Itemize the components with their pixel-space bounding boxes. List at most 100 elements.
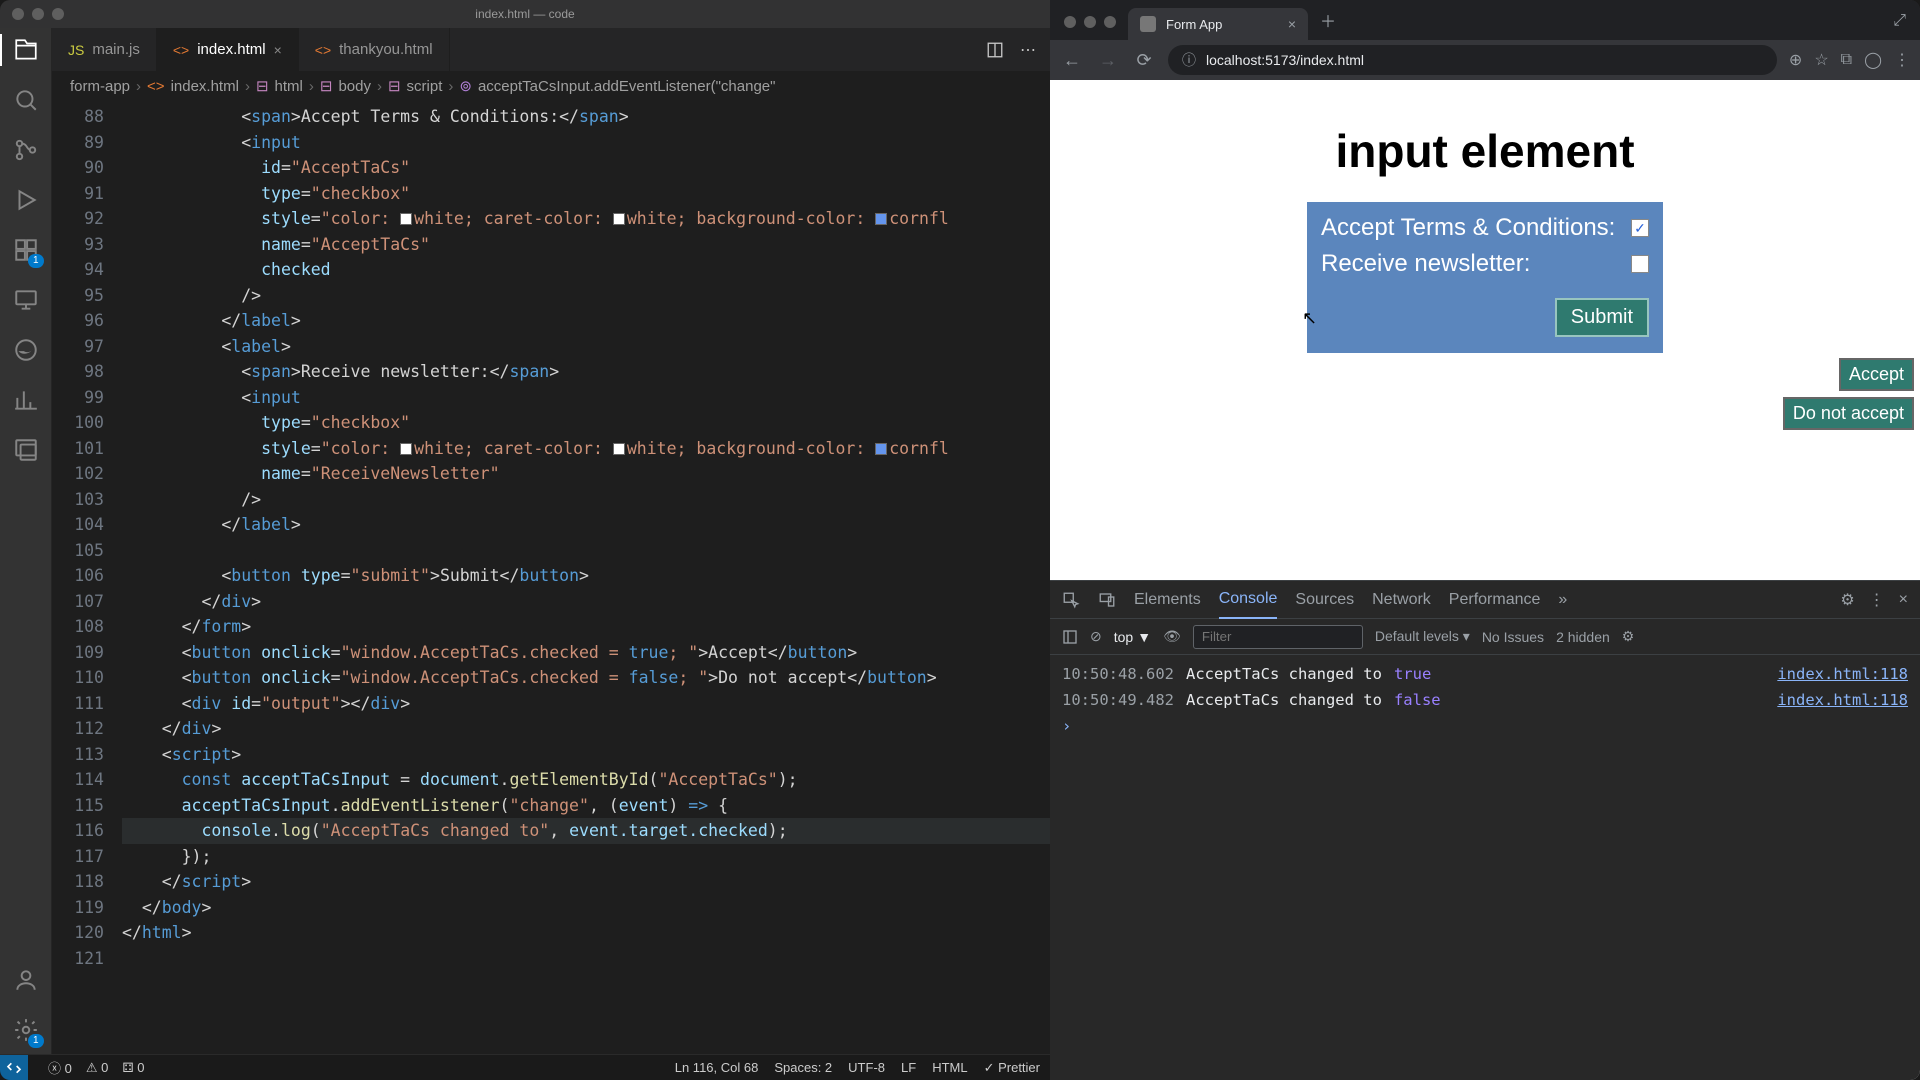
remote-indicator-icon[interactable] <box>0 1055 28 1080</box>
profile-avatar-icon[interactable]: ◯ <box>1864 50 1882 70</box>
more-tabs-icon[interactable]: » <box>1558 591 1567 609</box>
forward-button[interactable]: → <box>1096 50 1120 71</box>
tab-main-js[interactable]: JSmain.js <box>52 28 157 71</box>
device-toolbar-icon[interactable] <box>1098 591 1116 609</box>
newsletter-row: Receive newsletter: <box>1321 250 1649 278</box>
accept-terms-checkbox[interactable]: ✓ <box>1631 219 1649 237</box>
prettier-status[interactable]: ✓ Prettier <box>984 1060 1040 1076</box>
expand-window-icon[interactable]: ⤢ <box>1879 12 1920 40</box>
tab-label: index.html <box>197 41 265 58</box>
extensions-badge: 1 <box>28 254 44 268</box>
accept-button[interactable]: Accept <box>1839 358 1914 391</box>
tab-elements[interactable]: Elements <box>1134 581 1201 619</box>
back-button[interactable]: ← <box>1060 50 1084 71</box>
language-mode[interactable]: HTML <box>932 1060 967 1076</box>
live-expression-icon[interactable]: 👁 <box>1163 628 1181 645</box>
line-gutter: 8889909192939495969798991001011021031041… <box>52 100 122 1054</box>
console-output[interactable]: 10:50:48.602AcceptTaCs changed to truein… <box>1050 655 1920 1080</box>
close-tab-icon[interactable]: × <box>274 42 282 58</box>
bc-folder[interactable]: form-app <box>70 78 130 95</box>
tab-title: Form App <box>1166 17 1222 32</box>
bc-sym[interactable]: html <box>275 78 303 95</box>
tab-index-html[interactable]: <>index.html× <box>157 28 299 71</box>
extensions-icon[interactable]: 1 <box>12 236 40 264</box>
settings-gear-icon[interactable]: 1 <box>12 1016 40 1044</box>
tab-console[interactable]: Console <box>1219 581 1278 619</box>
cursor-position[interactable]: Ln 116, Col 68 <box>675 1060 759 1076</box>
clear-console-icon[interactable]: ⊘ <box>1090 628 1102 645</box>
issues-indicator[interactable]: No Issues <box>1482 629 1544 645</box>
html-file-icon: <> <box>315 42 331 58</box>
tab-sources[interactable]: Sources <box>1295 581 1354 619</box>
errors-count[interactable]: ⓧ 0 <box>48 1058 72 1077</box>
accounts-icon[interactable] <box>12 966 40 994</box>
breadcrumb[interactable]: form-app› <>index.html› ⊟html› ⊟body› ⊟s… <box>52 72 1050 100</box>
bc-sym[interactable]: body <box>338 78 371 95</box>
inspect-element-icon[interactable] <box>1062 591 1080 609</box>
zoom-icon[interactable]: ⊕ <box>1789 50 1802 70</box>
remote-explorer-icon[interactable] <box>12 286 40 314</box>
bc-sym[interactable]: acceptTaCsInput.addEventListener("change… <box>478 78 776 95</box>
bc-file[interactable]: index.html <box>171 78 239 95</box>
indentation[interactable]: Spaces: 2 <box>774 1060 832 1076</box>
do-not-accept-button[interactable]: Do not accept <box>1783 397 1914 430</box>
console-filter-input[interactable] <box>1193 625 1363 649</box>
tab-network[interactable]: Network <box>1372 581 1431 619</box>
maximize-window-icon[interactable] <box>1104 16 1116 28</box>
console-toolbar: ⊘ top ▼ 👁 Default levels ▾ No Issues 2 h… <box>1050 619 1920 655</box>
devtools-settings-icon[interactable]: ⚙ <box>1840 590 1854 610</box>
url-text: localhost:5173/index.html <box>1206 52 1364 68</box>
search-icon[interactable] <box>12 86 40 114</box>
close-window-icon[interactable] <box>12 8 24 20</box>
eol[interactable]: LF <box>901 1060 916 1076</box>
log-levels-dropdown[interactable]: Default levels ▾ <box>1375 628 1470 645</box>
hidden-count[interactable]: 2 hidden <box>1556 629 1610 645</box>
code-content[interactable]: <span>Accept Terms & Conditions:</span> … <box>122 100 1050 1054</box>
code-editor[interactable]: 8889909192939495969798991001011021031041… <box>52 100 1050 1054</box>
status-bar: ⓧ 0 ⚠ 0 ⚃ 0 Ln 116, Col 68 Spaces: 2 UTF… <box>0 1054 1050 1080</box>
page-heading: input element <box>1050 80 1920 178</box>
minimize-window-icon[interactable] <box>1084 16 1096 28</box>
devtools-close-icon[interactable]: × <box>1899 591 1908 609</box>
site-info-icon[interactable]: ⓘ <box>1182 50 1196 70</box>
close-tab-icon[interactable]: × <box>1288 16 1296 32</box>
window-traffic-lights[interactable] <box>0 8 64 20</box>
chrome-traffic-lights[interactable] <box>1060 16 1128 40</box>
html-file-icon: <> <box>147 78 165 95</box>
console-settings-icon[interactable]: ⚙ <box>1622 628 1635 645</box>
chrome-tabstrip: Form App × ＋ ⤢ <box>1050 0 1920 40</box>
minimize-window-icon[interactable] <box>32 8 44 20</box>
source-control-icon[interactable] <box>12 136 40 164</box>
devtools-menu-icon[interactable]: ⋮ <box>1869 590 1885 610</box>
graph-icon[interactable] <box>12 386 40 414</box>
window-title: index.html — code <box>475 7 574 21</box>
warnings-count[interactable]: ⚠ 0 <box>86 1060 109 1076</box>
run-debug-icon[interactable] <box>12 186 40 214</box>
edge-tools-icon[interactable] <box>12 336 40 364</box>
tab-performance[interactable]: Performance <box>1449 581 1541 619</box>
address-bar[interactable]: ⓘ localhost:5173/index.html <box>1168 45 1777 75</box>
encoding[interactable]: UTF-8 <box>848 1060 885 1076</box>
ports-count[interactable]: ⚃ 0 <box>122 1060 144 1076</box>
maximize-window-icon[interactable] <box>52 8 64 20</box>
extensions-puzzle-icon[interactable]: ⧉ <box>1841 51 1852 69</box>
newsletter-checkbox[interactable] <box>1631 255 1649 273</box>
new-tab-button[interactable]: ＋ <box>1308 8 1348 40</box>
explorer-icon[interactable] <box>12 36 40 64</box>
bc-sym[interactable]: script <box>407 78 443 95</box>
toggle-sidebar-icon[interactable] <box>1062 629 1078 645</box>
chrome-menu-icon[interactable]: ⋮ <box>1894 50 1910 70</box>
tab-thankyou-html[interactable]: <>thankyou.html <box>299 28 450 71</box>
remote-window-icon[interactable] <box>12 436 40 464</box>
more-actions-icon[interactable]: ⋯ <box>1020 40 1036 60</box>
newsletter-label: Receive newsletter: <box>1321 250 1530 278</box>
browser-tab[interactable]: Form App × <box>1128 8 1308 40</box>
close-window-icon[interactable] <box>1064 16 1076 28</box>
rendered-page: input element Accept Terms & Conditions:… <box>1050 80 1920 580</box>
bookmark-star-icon[interactable]: ☆ <box>1814 50 1828 70</box>
split-editor-icon[interactable] <box>986 41 1004 59</box>
reload-button[interactable]: ⟳ <box>1132 50 1156 71</box>
context-selector[interactable]: top ▼ <box>1114 629 1151 645</box>
submit-button[interactable]: Submit <box>1555 298 1649 337</box>
chrome-toolbar: ← → ⟳ ⓘ localhost:5173/index.html ⊕ ☆ ⧉ … <box>1050 40 1920 80</box>
